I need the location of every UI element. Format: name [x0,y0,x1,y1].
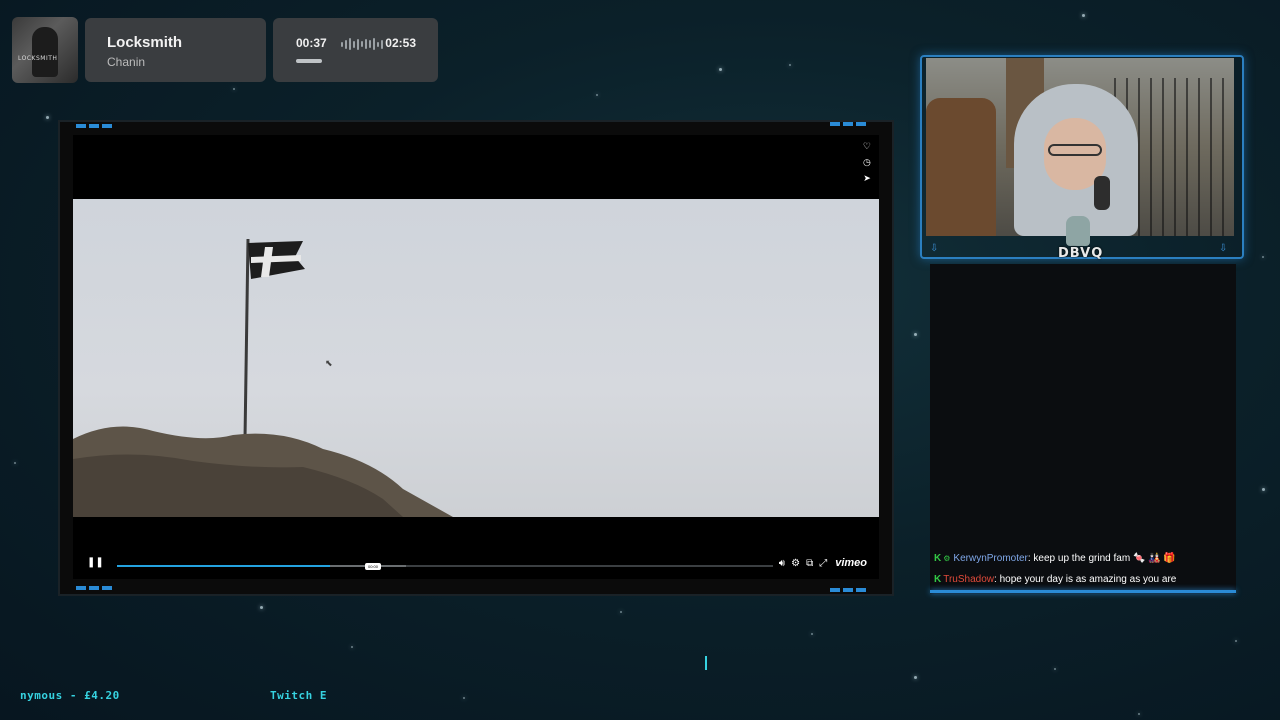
heart-icon[interactable]: ♡ [863,141,871,152]
album-art-figure [32,27,58,77]
album-art-label: LOCKSMITH [18,55,58,62]
chat-message: K TruShadow: hope your day is as amazing … [934,574,1176,585]
info-ticker: Twitch E [270,689,327,702]
chat-message: K ⚙ KerwynPromoter: keep up the grind fam … [934,553,1176,564]
vimeo-logo[interactable]: vimeo [835,557,867,569]
track-progress-bar [296,59,322,63]
now-playing-card: Locksmith Chanin [85,18,266,82]
frame-corner-accent [76,124,112,128]
album-art: LOCKSMITH [12,17,78,83]
video-frame-image [73,238,453,517]
track-artist: Chanin [107,55,146,69]
fullscreen-icon[interactable]: ⤢ [819,558,827,569]
chat-panel: K ⚙ KerwynPromoter: keep up the grind fam … [930,264,1236,594]
channel-logo-text: DBVQ [1058,246,1104,261]
volume-icon[interactable]: 🔊︎ [779,558,785,569]
donation-ticker: nymous - £4.20 [20,689,120,702]
settings-icon[interactable]: ⚙ [791,558,800,569]
mouse-cursor-icon: ⬉ [325,358,333,368]
total-time: 02:53 [385,36,416,50]
pip-icon[interactable]: ⧉ [806,558,813,569]
text-cursor [705,656,711,670]
player-controls: ❚❚ 00:00 🔊︎ ⚙ ⧉ ⤢ vimeo [73,555,879,575]
elapsed-time: 00:37 [296,36,327,50]
chat-text: : keep up the grind fam 🍬 🎎 🎁 [1027,553,1176,564]
now-playing-time: 00:37 02:53 [273,18,438,82]
chat-username[interactable]: TruShadow [943,574,994,585]
player-side-actions: ♡ ◷ ➤ [863,141,871,184]
frame-corner-accent [76,586,112,590]
kick-badge-icon: K [934,553,942,564]
clock-icon[interactable]: ◷ [863,157,871,168]
track-title: Locksmith [107,34,183,51]
pause-button[interactable]: ❚❚ [87,557,104,568]
share-icon[interactable]: ➤ [863,173,871,184]
verified-icon: ⚙ [943,554,951,563]
video-player[interactable]: ♡ ◷ ➤ ❚❚ 00:00 🔊︎ ⚙ ⧉ ⤢ vimeo [73,135,879,579]
channel-logo: DBVQ [1058,214,1104,266]
frame-corner-accent [830,588,866,592]
player-right-controls: 🔊︎ ⚙ ⧉ ⤢ vimeo [779,557,867,569]
chat-accent-bar [930,590,1236,593]
webcam-feed [926,58,1234,236]
chat-username[interactable]: KerwynPromoter [953,553,1027,564]
scrub-tooltip: 00:00 [365,563,381,570]
video-progress-fill [117,565,331,567]
arrow-down-icon: ⇩ [930,243,939,254]
arrow-down-icon: ⇩ [1219,243,1228,254]
kick-badge-icon: K [934,574,942,585]
video-progress-bar[interactable]: 00:00 [117,563,773,570]
frame-corner-accent [830,122,866,126]
waveform-icon [341,37,383,51]
video-scene [73,199,879,517]
chat-text: : hope your day is as amazing as you are [994,574,1177,585]
